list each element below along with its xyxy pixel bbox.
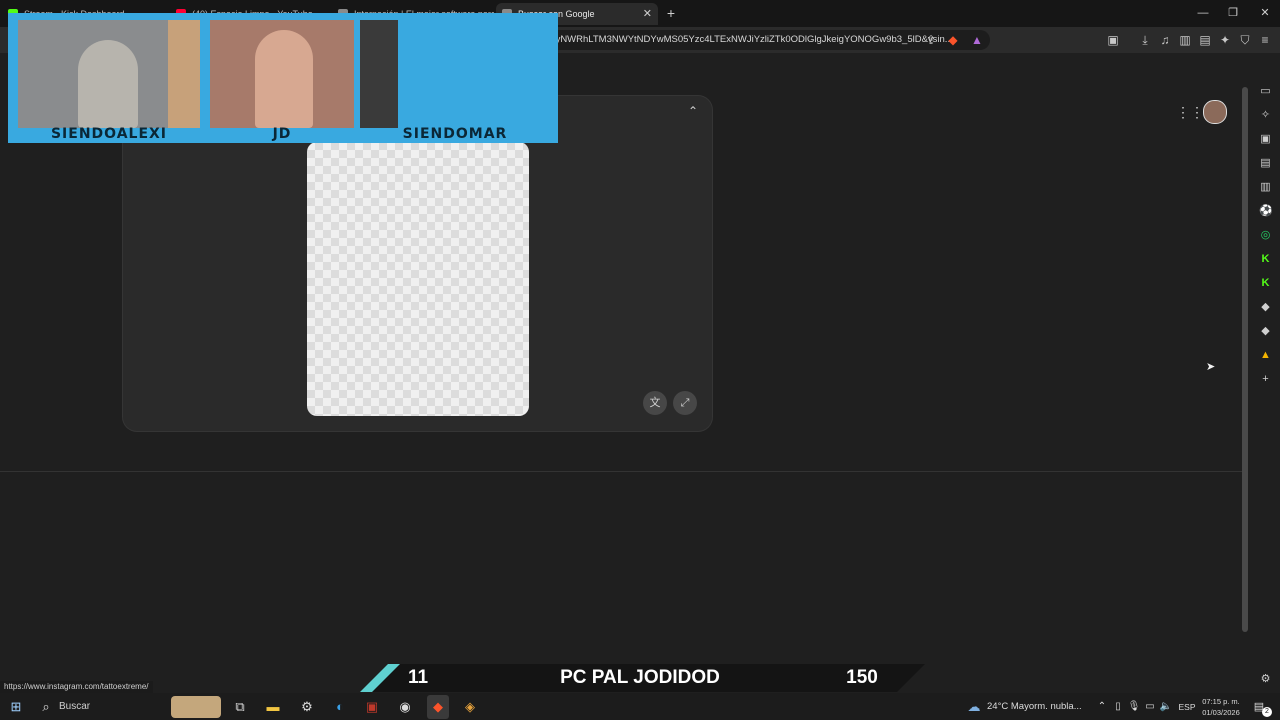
- fullscreen-button[interactable]: ⤢: [673, 391, 697, 415]
- app-icon-2[interactable]: ◈: [461, 698, 479, 716]
- minimize-button[interactable]: —: [1188, 4, 1218, 22]
- start-button[interactable]: ⊞: [7, 698, 25, 716]
- notification-badge: 2: [1262, 707, 1272, 717]
- screenshot-icon[interactable]: ▣: [1106, 33, 1120, 47]
- translate-button[interactable]: 文: [643, 391, 667, 415]
- clock-time[interactable]: 07:15 p. m.: [1198, 696, 1244, 707]
- brave-icon[interactable]: ◆: [429, 698, 447, 716]
- sidebar-kick-icon[interactable]: K: [1259, 253, 1272, 266]
- obs-icon[interactable]: ◉: [396, 698, 414, 716]
- person-silhouette: [78, 40, 138, 128]
- status-url: https://www.instagram.com/tattoextreme/: [0, 681, 153, 693]
- sidebar-tv-icon[interactable]: ▭: [1259, 85, 1272, 98]
- divider: [0, 471, 1242, 472]
- edge-icon[interactable]: ◐: [331, 698, 349, 716]
- webcam-name-siendomar: SIENDOMAR: [402, 126, 508, 142]
- sidebar-kick-2-icon[interactable]: K: [1259, 277, 1272, 290]
- volume-icon[interactable]: 🔈: [1157, 698, 1175, 716]
- mouse-cursor-icon: ➤: [1206, 361, 1216, 373]
- sidebar-reading-list-icon[interactable]: ▥: [1259, 181, 1272, 194]
- leo-ai-icon[interactable]: ✦: [1218, 33, 1232, 47]
- wallet-icon[interactable]: ▤: [1198, 33, 1212, 47]
- steam-icon[interactable]: ⚙: [298, 698, 316, 716]
- taskbar-search-input[interactable]: Buscar: [59, 700, 119, 714]
- task-view-icon[interactable]: ⧉: [231, 698, 249, 716]
- sidebar-whatsapp-icon[interactable]: ◎: [1259, 229, 1272, 242]
- person-silhouette: [255, 30, 313, 128]
- sidebar-add-icon[interactable]: +: [1259, 373, 1272, 386]
- webcam-siendomar: [360, 20, 398, 128]
- banner-title: PC PAL JODIDOD: [560, 667, 720, 688]
- brave-shields-icon[interactable]: ◆: [946, 33, 960, 47]
- share-icon[interactable]: ⇪: [924, 33, 938, 47]
- clock-date[interactable]: 01/03/2026: [1198, 707, 1244, 718]
- new-tab-button[interactable]: +: [664, 5, 678, 21]
- google-apps-icon[interactable]: ⋮⋮: [1176, 104, 1204, 120]
- image-preview[interactable]: [307, 142, 529, 416]
- vpn-icon[interactable]: ⛉: [1238, 33, 1252, 47]
- weather-icon[interactable]: ☁: [965, 698, 983, 716]
- chevron-up-icon[interactable]: ⌃: [686, 104, 700, 118]
- download-icon[interactable]: ⤓: [1138, 33, 1152, 47]
- language-indicator[interactable]: ESP: [1176, 700, 1198, 714]
- background-door: [168, 20, 200, 128]
- sidebar-bookmarks-icon[interactable]: ▤: [1259, 157, 1272, 170]
- search-highlight-image[interactable]: [171, 696, 221, 718]
- sidebar-wallet-icon[interactable]: ▣: [1259, 133, 1272, 146]
- app-icon[interactable]: ▣: [363, 698, 381, 716]
- file-explorer-icon[interactable]: ▬: [264, 698, 282, 716]
- close-tab-icon[interactable]: ✕: [643, 3, 652, 25]
- maximize-button[interactable]: ❐: [1218, 4, 1248, 22]
- sidebar-leo-icon[interactable]: ✧: [1259, 109, 1272, 122]
- music-icon[interactable]: ♫: [1158, 33, 1172, 47]
- sidebar-soccer-icon[interactable]: ⚽: [1259, 205, 1273, 218]
- weather-text[interactable]: 24°C Mayorm. nubla...: [987, 700, 1091, 714]
- avatar[interactable]: [1203, 100, 1227, 124]
- sidebar-link-2-icon[interactable]: ◆: [1259, 325, 1272, 338]
- sidebar-settings-icon[interactable]: ⚙: [1259, 673, 1272, 686]
- brave-rewards-icon[interactable]: ▲: [970, 33, 984, 47]
- webcam-name-jd: JD: [272, 126, 292, 142]
- expand-icon: ⤢: [680, 397, 690, 409]
- sidebar-google-drive-icon[interactable]: ▲: [1259, 349, 1272, 362]
- webcam-overlay: SIENDOALEXI JD SIENDOMAR: [8, 13, 558, 143]
- webcam-siendoalexi: [18, 20, 200, 128]
- banner-right-number: 150: [846, 667, 878, 688]
- sidebar-link-icon[interactable]: ◆: [1259, 301, 1272, 314]
- webcam-name-siendoalexi: SIENDOALEXI: [50, 126, 168, 142]
- search-icon[interactable]: ⌕: [37, 698, 55, 716]
- close-window-button[interactable]: ✕: [1250, 4, 1280, 22]
- banner-left-number: 11: [407, 667, 429, 688]
- translate-icon: 文: [649, 397, 661, 409]
- brave-sidebar: [1252, 80, 1280, 692]
- menu-icon[interactable]: ≡: [1258, 33, 1272, 47]
- scrollbar[interactable]: [1242, 87, 1248, 632]
- sidebar-toggle-icon[interactable]: ▥: [1178, 33, 1192, 47]
- webcam-jd: [210, 20, 354, 128]
